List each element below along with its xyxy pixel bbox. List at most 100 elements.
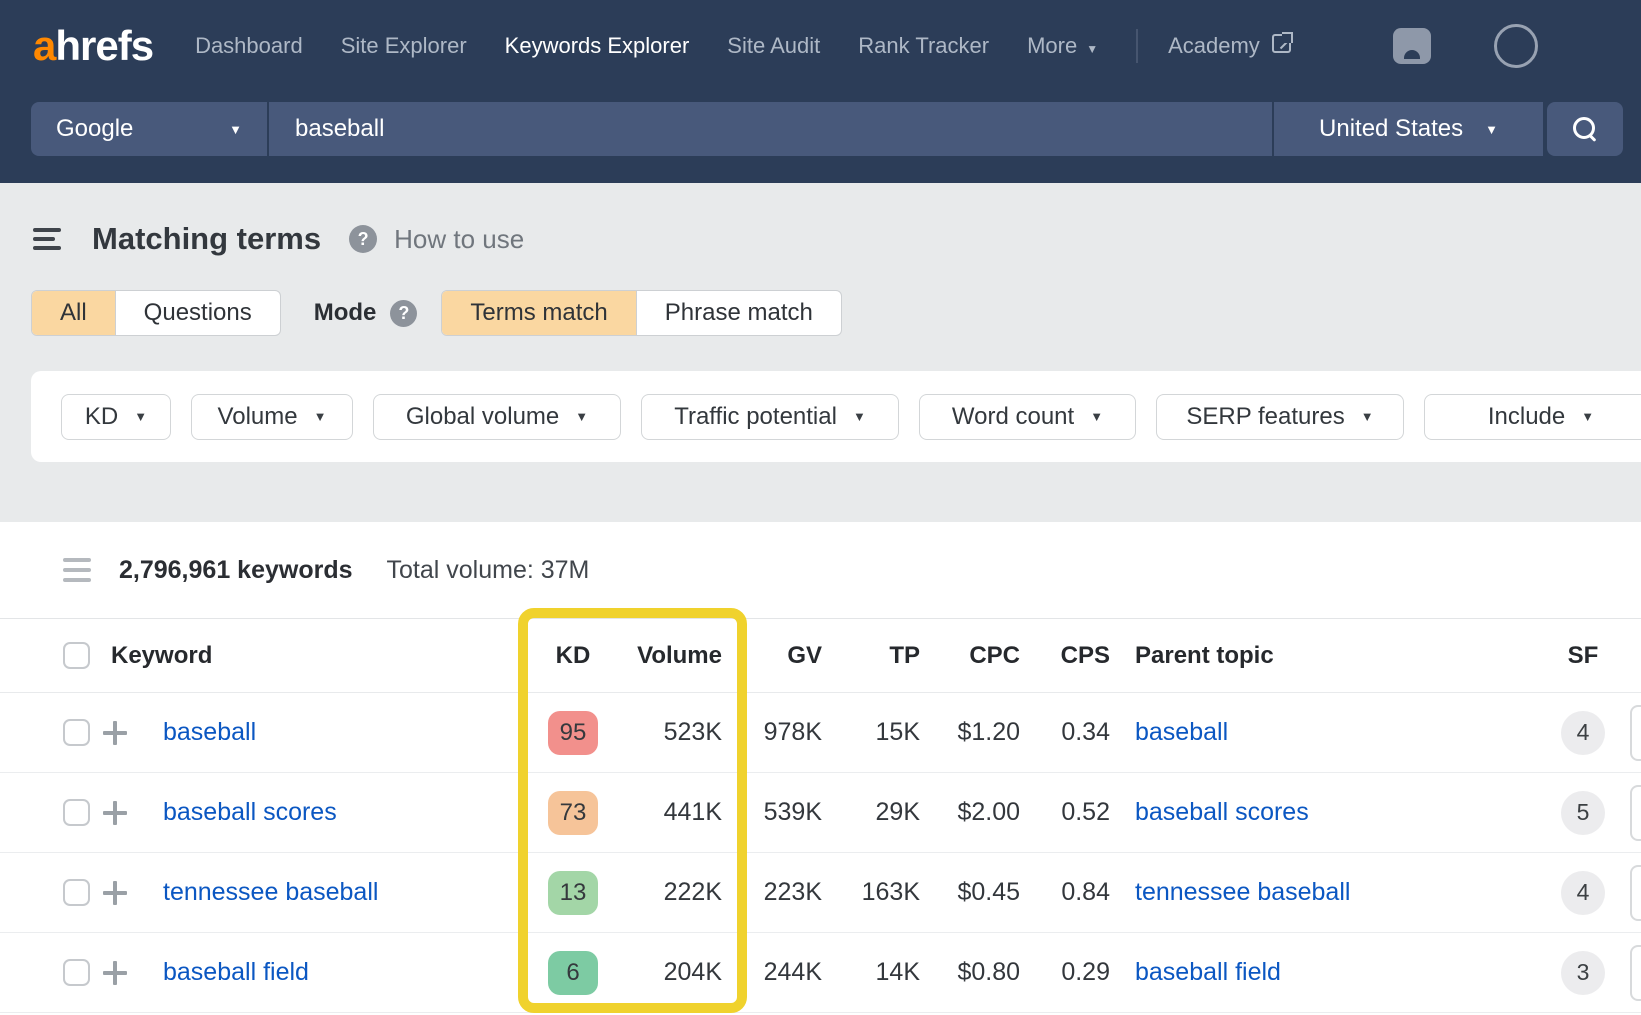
add-to-list-icon[interactable] bbox=[103, 960, 127, 985]
tp-value: 14K bbox=[875, 958, 920, 986]
filter-include[interactable]: Include ▼ bbox=[1424, 393, 1641, 440]
nav-item-dashboard[interactable]: Dashboard bbox=[195, 33, 303, 59]
serp-expand-button[interactable] bbox=[1630, 784, 1641, 841]
chevron-down-icon: ▼ bbox=[1086, 42, 1099, 56]
cps-value: 0.52 bbox=[1061, 798, 1110, 826]
column-header-cps[interactable]: CPS bbox=[1061, 642, 1110, 670]
filter-serp-features[interactable]: SERP features ▼ bbox=[1156, 393, 1404, 440]
cps-value: 0.34 bbox=[1061, 718, 1110, 746]
filter-global-volume[interactable]: Global volume ▼ bbox=[373, 393, 621, 440]
country-value: United States bbox=[1319, 115, 1464, 142]
volume-value: 222K bbox=[663, 878, 722, 906]
tab-terms-match[interactable]: Terms match bbox=[442, 291, 636, 335]
filter-volume[interactable]: Volume ▼ bbox=[191, 393, 353, 440]
nav-divider bbox=[1136, 29, 1139, 63]
chevron-down-icon: ▼ bbox=[1485, 121, 1498, 137]
logo-rest: hrefs bbox=[55, 22, 154, 69]
table-row: baseball 95 523K 978K 15K $1.20 0.34 bas… bbox=[0, 693, 1641, 773]
chevron-down-icon: ▼ bbox=[1090, 409, 1104, 424]
nav-item-site-audit[interactable]: Site Audit bbox=[727, 33, 820, 59]
filter-traffic-potential[interactable]: Traffic potential ▼ bbox=[641, 393, 899, 440]
keyword-query-input[interactable] bbox=[269, 102, 1272, 156]
serp-expand-button[interactable] bbox=[1630, 704, 1641, 761]
serp-expand-button[interactable] bbox=[1630, 944, 1641, 1001]
parent-topic-link[interactable]: baseball field bbox=[1135, 958, 1540, 987]
results-header: 2,796,961 keywords Total volume: 37M bbox=[0, 522, 1641, 618]
column-header-sf[interactable]: SF bbox=[1568, 642, 1599, 670]
parent-topic-link[interactable]: baseball scores bbox=[1135, 798, 1540, 827]
keyword-link[interactable]: baseball bbox=[163, 718, 523, 747]
row-checkbox[interactable] bbox=[63, 959, 90, 986]
column-header-volume[interactable]: Volume bbox=[637, 642, 722, 670]
keywords-explorer-screen: ahrefs Dashboard Site Explorer Keywords … bbox=[0, 0, 1641, 1015]
sf-badge: 4 bbox=[1561, 870, 1605, 915]
sf-badge: 5 bbox=[1561, 790, 1605, 835]
keyword-link[interactable]: baseball field bbox=[163, 958, 523, 987]
select-all-checkbox[interactable] bbox=[63, 642, 90, 669]
page-title: Matching terms bbox=[92, 221, 322, 256]
add-to-list-icon[interactable] bbox=[103, 800, 127, 825]
nav-item-more[interactable]: More ▼ bbox=[1027, 33, 1098, 59]
keyword-link[interactable]: baseball scores bbox=[163, 798, 523, 827]
search-button[interactable] bbox=[1547, 102, 1623, 156]
table-row: tennessee baseball 13 222K 223K 163K $0.… bbox=[0, 853, 1641, 933]
kd-badge: 6 bbox=[548, 950, 598, 995]
row-checkbox[interactable] bbox=[63, 719, 90, 746]
search-icon bbox=[1573, 117, 1597, 141]
column-header-cpc[interactable]: CPC bbox=[969, 642, 1020, 670]
column-header-parent-topic[interactable]: Parent topic bbox=[1135, 642, 1540, 670]
keyword-search-bar: Google ▼ United States ▼ bbox=[31, 102, 1623, 156]
table-row: baseball scores 73 441K 539K 29K $2.00 0… bbox=[0, 773, 1641, 853]
cps-value: 0.29 bbox=[1061, 958, 1110, 986]
row-checkbox[interactable] bbox=[63, 879, 90, 906]
add-to-list-icon[interactable] bbox=[103, 720, 127, 745]
mobile-app-icon[interactable] bbox=[1392, 28, 1431, 64]
keyword-link[interactable]: tennessee baseball bbox=[163, 878, 523, 907]
row-checkbox[interactable] bbox=[63, 799, 90, 826]
tab-phrase-match[interactable]: Phrase match bbox=[635, 291, 841, 335]
cpc-value: $1.20 bbox=[957, 718, 1020, 746]
search-engine-value: Google bbox=[56, 115, 134, 142]
column-header-kd[interactable]: KD bbox=[556, 642, 591, 670]
add-to-list-icon[interactable] bbox=[103, 880, 127, 905]
table-row: baseball field 6 204K 244K 14K $0.80 0.2… bbox=[0, 933, 1641, 1013]
cpc-value: $0.45 bbox=[957, 878, 1020, 906]
kd-badge: 73 bbox=[548, 790, 598, 835]
chevron-down-icon: ▼ bbox=[575, 409, 589, 424]
filter-word-count[interactable]: Word count ▼ bbox=[919, 393, 1136, 440]
tab-questions[interactable]: Questions bbox=[114, 291, 280, 335]
avatar[interactable] bbox=[1493, 24, 1538, 68]
report-menu-icon[interactable] bbox=[33, 228, 61, 250]
tab-all[interactable]: All bbox=[32, 291, 115, 335]
cpc-value: $0.80 bbox=[957, 958, 1020, 986]
nav-item-academy[interactable]: Academy bbox=[1168, 32, 1293, 59]
filter-kd[interactable]: KD ▼ bbox=[61, 393, 171, 440]
nav-item-rank-tracker[interactable]: Rank Tracker bbox=[858, 33, 989, 59]
chevron-down-icon: ▼ bbox=[313, 409, 327, 424]
chevron-down-icon: ▼ bbox=[852, 409, 866, 424]
serp-expand-button[interactable] bbox=[1630, 864, 1641, 921]
parent-topic-link[interactable]: baseball bbox=[1135, 718, 1540, 747]
nav-item-keywords-explorer[interactable]: Keywords Explorer bbox=[505, 33, 690, 59]
chevron-down-icon: ▼ bbox=[1360, 409, 1374, 424]
column-header-gv[interactable]: GV bbox=[787, 642, 822, 670]
ahrefs-logo[interactable]: ahrefs bbox=[33, 22, 154, 70]
search-engine-select[interactable]: Google ▼ bbox=[31, 102, 267, 156]
chevron-down-icon: ▼ bbox=[229, 121, 242, 137]
nav-item-site-explorer[interactable]: Site Explorer bbox=[341, 33, 467, 59]
chevron-down-icon: ▼ bbox=[134, 409, 148, 424]
how-to-use-link[interactable]: How to use bbox=[394, 224, 524, 255]
volume-value: 204K bbox=[663, 958, 722, 986]
kd-badge: 95 bbox=[548, 710, 598, 755]
help-icon[interactable]: ? bbox=[349, 225, 378, 253]
column-header-tp[interactable]: TP bbox=[889, 642, 920, 670]
mode-help-icon[interactable]: ? bbox=[390, 299, 418, 327]
country-select[interactable]: United States ▼ bbox=[1274, 102, 1543, 156]
list-menu-icon[interactable] bbox=[63, 558, 91, 582]
volume-value: 523K bbox=[663, 718, 722, 746]
sf-badge: 3 bbox=[1561, 950, 1605, 995]
keyword-type-tabs: All Questions bbox=[31, 290, 281, 336]
column-header-keyword[interactable]: Keyword bbox=[103, 642, 523, 670]
results-card: 2,796,961 keywords Total volume: 37M Key… bbox=[0, 522, 1641, 1015]
parent-topic-link[interactable]: tennessee baseball bbox=[1135, 878, 1540, 907]
